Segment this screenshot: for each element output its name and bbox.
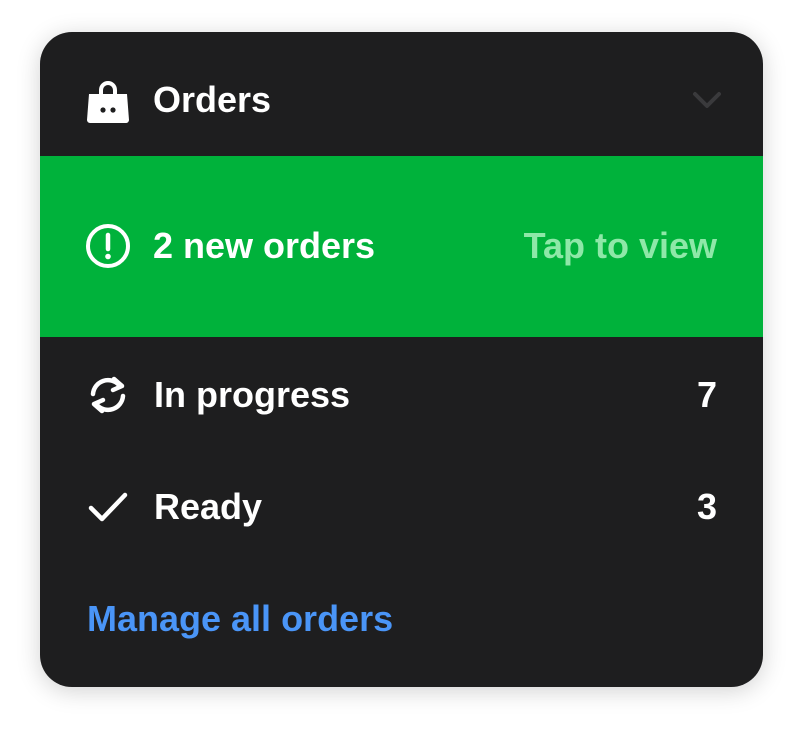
shopping-bag-icon: [87, 81, 129, 123]
orders-header[interactable]: Orders: [40, 32, 763, 156]
ready-label: Ready: [154, 486, 263, 527]
tap-to-view-link[interactable]: Tap to view: [524, 224, 717, 268]
checkmark-icon: [88, 492, 128, 522]
ready-count: 3: [696, 486, 717, 527]
refresh-icon: [90, 376, 126, 414]
in-progress-label: In progress: [154, 374, 351, 415]
page-title: Orders: [153, 79, 272, 120]
orders-widget-card: Orders 2 new orders Tap to view In progr…: [40, 32, 763, 687]
new-orders-alert[interactable]: 2 new orders Tap to view: [40, 156, 763, 337]
ready-row[interactable]: Ready 3: [40, 472, 763, 542]
new-orders-text: 2 new orders: [153, 225, 376, 266]
manage-all-orders-link[interactable]: Manage all orders: [87, 597, 393, 641]
in-progress-row[interactable]: In progress 7: [40, 360, 763, 430]
in-progress-count: 7: [696, 374, 717, 415]
chevron-down-icon[interactable]: [692, 88, 722, 112]
alert-circle-icon: [86, 224, 130, 268]
